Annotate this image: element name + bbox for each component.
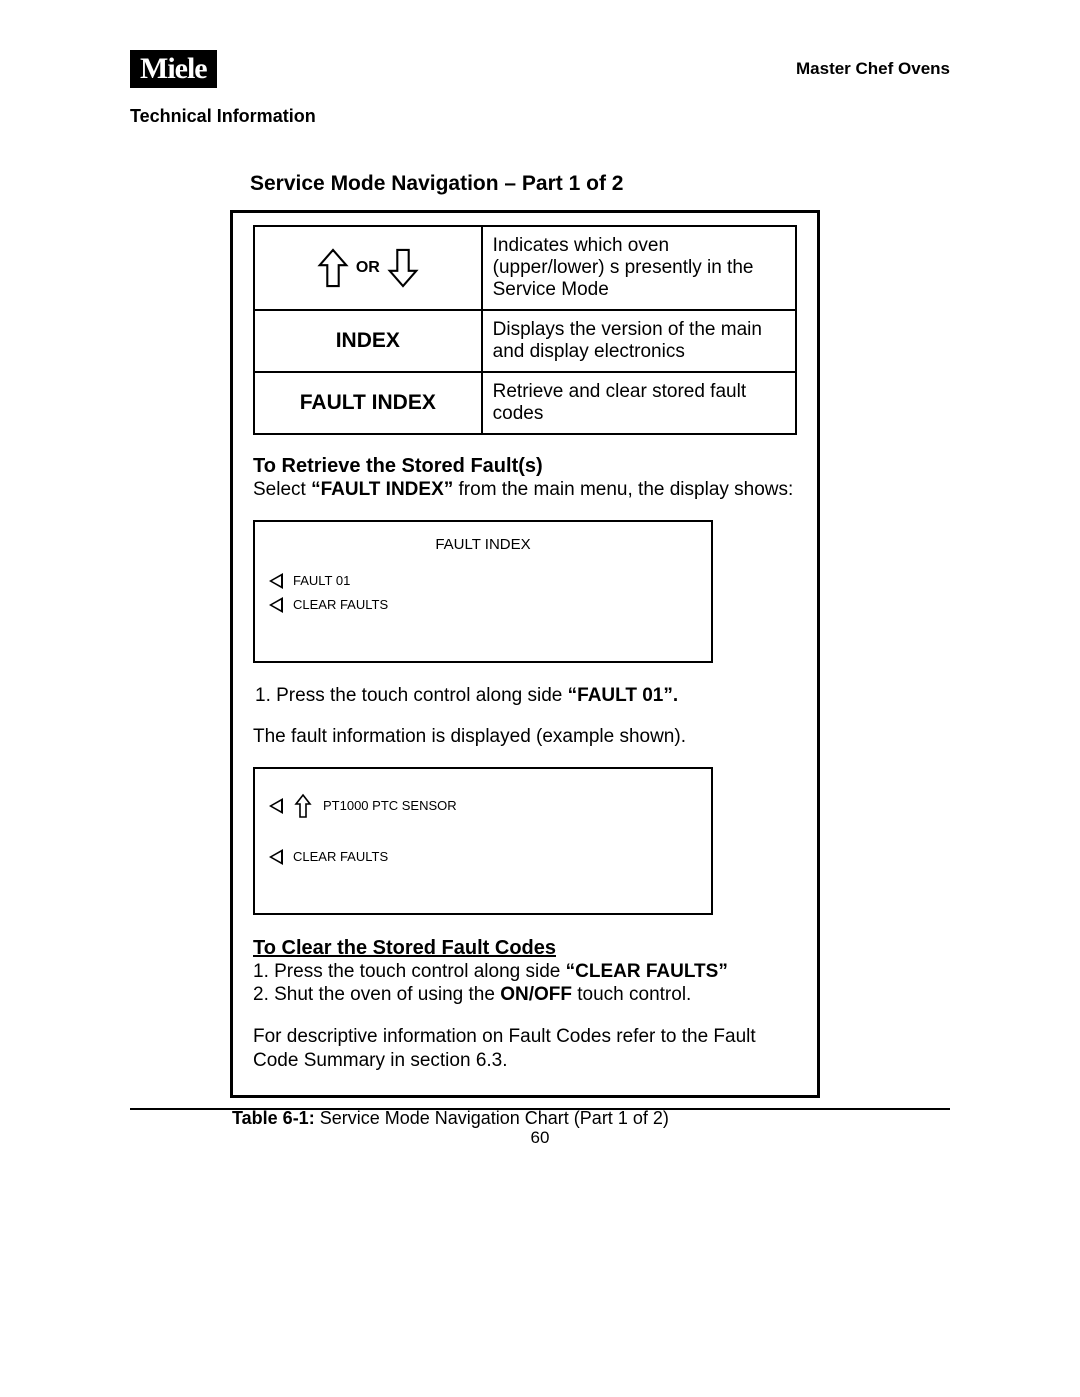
footer-rule xyxy=(130,1108,950,1110)
display-row: PT1000 PTC SENSOR xyxy=(269,793,697,819)
caption-label: Table 6-1: xyxy=(232,1108,315,1128)
table-row: OR Indicates which oven (upper/lower) s … xyxy=(254,226,796,310)
nav-label: INDEX xyxy=(254,310,482,372)
display-panel-1: FAULT INDEX FAULT 01 CLEAR FAULTS xyxy=(253,520,713,663)
display-item: PT1000 PTC SENSOR xyxy=(323,798,457,813)
nav-desc: Indicates which oven (upper/lower) s pre… xyxy=(482,226,796,310)
caption-text: Service Mode Navigation Chart (Part 1 of… xyxy=(315,1108,669,1128)
triangle-left-icon xyxy=(269,798,283,814)
display-item: CLEAR FAULTS xyxy=(293,849,388,864)
or-label: OR xyxy=(356,259,380,277)
triangle-left-icon xyxy=(269,597,283,613)
display-panel-2: PT1000 PTC SENSOR CLEAR FAULTS xyxy=(253,767,713,915)
text-bold: “FAULT INDEX” xyxy=(311,479,453,500)
table-caption: Table 6-1: Service Mode Navigation Chart… xyxy=(232,1108,820,1129)
clear-heading: To Clear the Stored Fault Codes xyxy=(253,937,797,960)
triangle-left-icon xyxy=(269,573,283,589)
table-row: FAULT INDEX Retrieve and clear stored fa… xyxy=(254,372,796,434)
nav-label: FAULT INDEX xyxy=(254,372,482,434)
text-bold: “FAULT 01”. xyxy=(568,685,679,706)
retrieve-intro: Select “FAULT INDEX” from the main menu,… xyxy=(253,478,797,502)
header-subtitle: Technical Information xyxy=(130,106,950,127)
text: touch control. xyxy=(572,984,691,1005)
display-item: CLEAR FAULTS xyxy=(293,597,388,612)
header-product: Master Chef Ovens xyxy=(796,59,950,79)
nav-arrows-cell: OR xyxy=(254,226,482,310)
text: from the main menu, the display shows: xyxy=(453,479,793,500)
display-item: FAULT 01 xyxy=(293,573,350,588)
table-row: INDEX Displays the version of the main a… xyxy=(254,310,796,372)
display-row: CLEAR FAULTS xyxy=(269,597,697,613)
nav-table: OR Indicates which oven (upper/lower) s … xyxy=(253,225,797,435)
up-arrow-icon xyxy=(314,246,352,290)
text: 1. Press the touch control along side xyxy=(255,685,568,706)
clear-note: For descriptive information on Fault Cod… xyxy=(253,1025,797,1073)
text: 2. Shut the oven of using the xyxy=(253,984,500,1005)
display-title: FAULT INDEX xyxy=(269,536,697,553)
text: 1. Press the touch control along side xyxy=(253,961,566,982)
after-step-text: The fault information is displayed (exam… xyxy=(253,725,797,749)
text-bold: ON/OFF xyxy=(500,984,572,1005)
section-title: Service Mode Navigation – Part 1 of 2 xyxy=(250,172,820,196)
down-arrow-icon xyxy=(384,246,422,290)
text: Select xyxy=(253,479,311,500)
step-1: 1. Press the touch control along side “F… xyxy=(255,685,797,707)
display-row: FAULT 01 xyxy=(269,573,697,589)
text-bold: “CLEAR FAULTS” xyxy=(566,961,728,982)
display-row: CLEAR FAULTS xyxy=(269,849,697,865)
main-frame: OR Indicates which oven (upper/lower) s … xyxy=(230,210,820,1098)
clear-step-2: 2. Shut the oven of using the ON/OFF tou… xyxy=(253,983,797,1007)
clear-step-1: 1. Press the touch control along side “C… xyxy=(253,960,797,984)
up-arrow-icon xyxy=(293,793,313,819)
triangle-left-icon xyxy=(269,849,283,865)
nav-desc: Displays the version of the main and dis… xyxy=(482,310,796,372)
brand-logo: Miele xyxy=(130,50,217,88)
nav-desc: Retrieve and clear stored fault codes xyxy=(482,372,796,434)
retrieve-heading: To Retrieve the Stored Fault(s) xyxy=(253,455,797,478)
page-number: 60 xyxy=(0,1128,1080,1148)
